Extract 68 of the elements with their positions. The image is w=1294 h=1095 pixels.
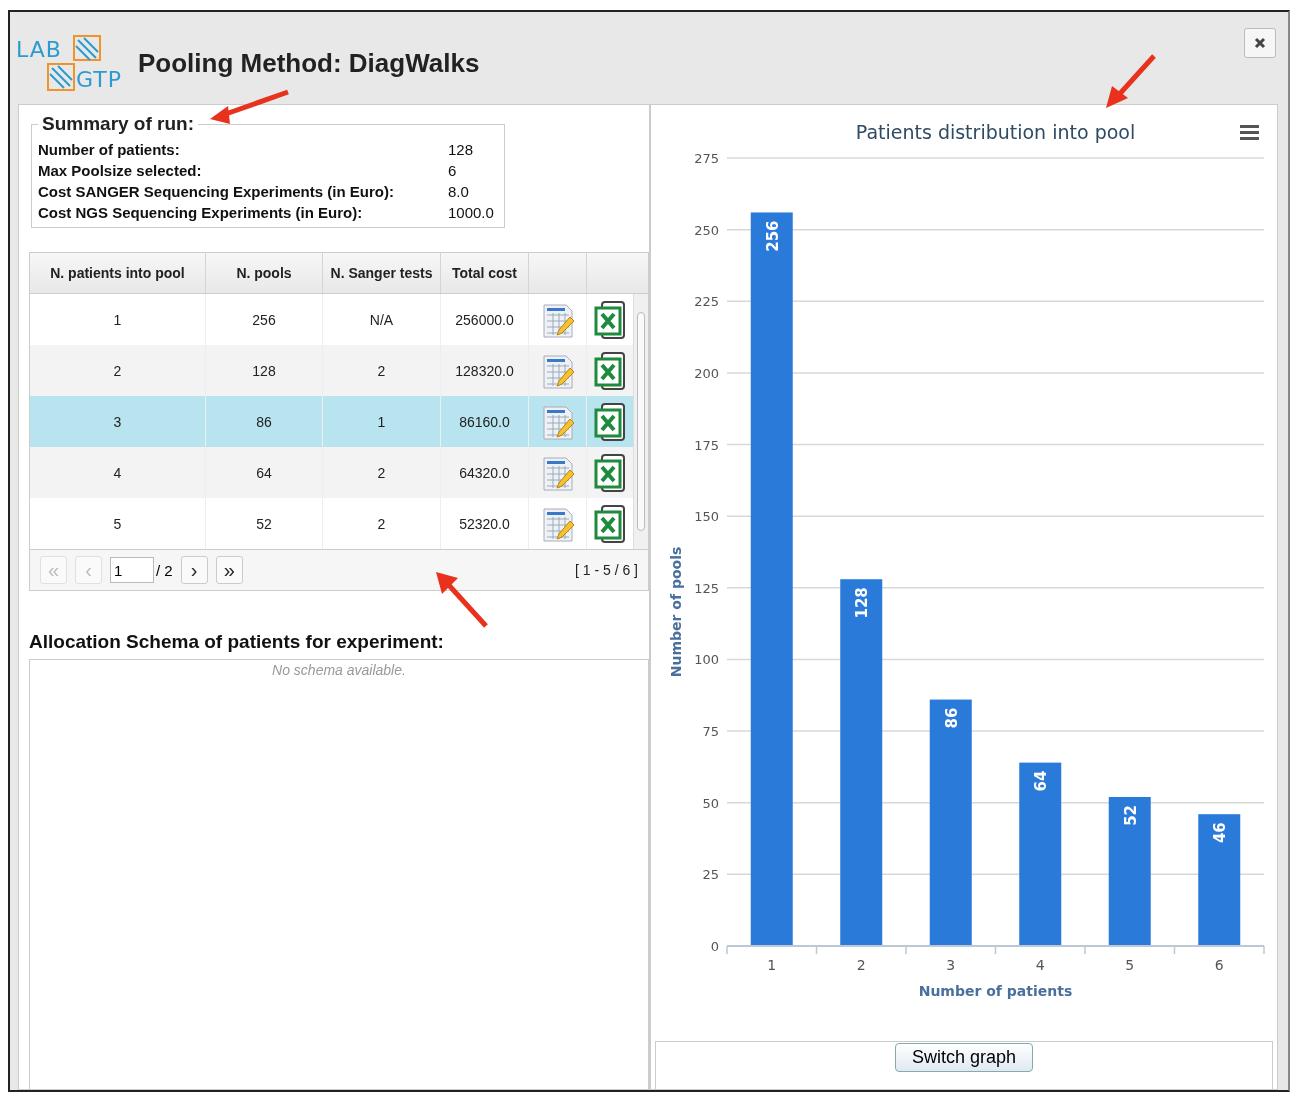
table-row[interactable]: 2 128 2 128320.0	[30, 345, 633, 396]
data-label: 86	[942, 707, 961, 729]
close-button[interactable]	[1244, 28, 1276, 58]
summary-value: 6	[448, 161, 457, 181]
y-tick-label: 25	[702, 867, 719, 883]
summary-legend: Summary of run:	[38, 113, 199, 135]
y-tick-label: 200	[694, 365, 719, 381]
bar[interactable]	[1019, 762, 1062, 946]
empty-message: No schema available.	[272, 662, 406, 678]
y-tick-label: 75	[702, 724, 719, 740]
column-header[interactable]: N. pools	[206, 253, 323, 293]
summary-value: 8.0	[448, 182, 469, 202]
data-label: 52	[1121, 805, 1140, 826]
bar[interactable]	[1198, 814, 1241, 946]
y-tick-label: 150	[694, 509, 719, 525]
bar[interactable]	[840, 579, 883, 946]
spreadsheet-icon[interactable]	[594, 452, 626, 493]
y-axis-title: Number of pools	[668, 546, 684, 678]
y-tick-label: 0	[710, 939, 719, 954]
y-tick-label: 225	[694, 294, 719, 310]
last-page-button[interactable]: »	[215, 556, 243, 584]
data-label: 64	[1032, 770, 1051, 792]
scrollbar[interactable]	[633, 294, 648, 549]
table-row[interactable]: 4 64 2 64320.0	[30, 447, 633, 498]
column-header[interactable]: N. patients into pool	[30, 253, 206, 293]
y-tick-label: 50	[702, 795, 719, 811]
spreadsheet-icon[interactable]	[594, 503, 626, 544]
y-tick-label: 175	[694, 437, 719, 453]
switch-graph-button[interactable]: Switch graph	[894, 1043, 1034, 1072]
table-row[interactable]: 3 86 1 86160.0	[30, 396, 633, 447]
summary-label: Number of patients:	[38, 140, 181, 160]
summary-value: 128	[448, 140, 474, 160]
section-title: Allocation Schema of patients for experiment:	[29, 631, 445, 653]
page-total: / 2	[156, 561, 173, 579]
spreadsheet-icon[interactable]	[594, 350, 626, 391]
x-axis-title: Number of patients	[918, 983, 1073, 999]
bar[interactable]	[1108, 797, 1151, 946]
summary-value: 1000.0	[448, 203, 494, 223]
y-tick-label: 250	[694, 222, 719, 238]
summary-label: Cost NGS Sequencing Experiments (in Euro):	[38, 203, 364, 223]
spreadsheet-icon[interactable]	[594, 401, 626, 442]
y-tick-label: 125	[694, 580, 719, 596]
summary-label: Cost SANGER Sequencing Experiments (in Euro):	[38, 182, 395, 202]
y-tick-label: 275	[694, 151, 719, 166]
logo: LAB GTP	[16, 32, 134, 94]
y-tick-label: 100	[694, 652, 719, 668]
bar[interactable]	[750, 212, 793, 946]
x-tick-label: 6	[1214, 957, 1224, 973]
data-label: 256	[763, 220, 782, 252]
bar[interactable]	[929, 699, 972, 946]
data-label: 128	[853, 587, 872, 619]
page-input[interactable]: 1	[110, 557, 154, 583]
x-tick-label: 5	[1125, 957, 1135, 973]
column-header[interactable]: N. Sanger tests	[323, 253, 441, 293]
summary-label: Max Poolsize selected:	[38, 161, 203, 181]
record-range: [ 1 - 5 / 6 ]	[574, 562, 638, 578]
chart-menu-icon[interactable]	[1240, 125, 1259, 140]
chart-title: Patients distribution into pool	[855, 121, 1136, 143]
x-tick-label: 4	[1035, 957, 1045, 973]
data-label: 46	[1211, 822, 1230, 844]
column-header[interactable]: Total cost	[441, 253, 529, 293]
x-tick-label: 2	[856, 957, 866, 973]
spreadsheet-icon[interactable]	[594, 299, 626, 340]
x-tick-label: 1	[767, 957, 777, 973]
close-icon	[1254, 37, 1266, 49]
x-tick-label: 3	[946, 957, 956, 973]
next-page-button[interactable]: ›	[180, 556, 208, 584]
window-title: Pooling Method: DiagWalks	[138, 48, 480, 79]
